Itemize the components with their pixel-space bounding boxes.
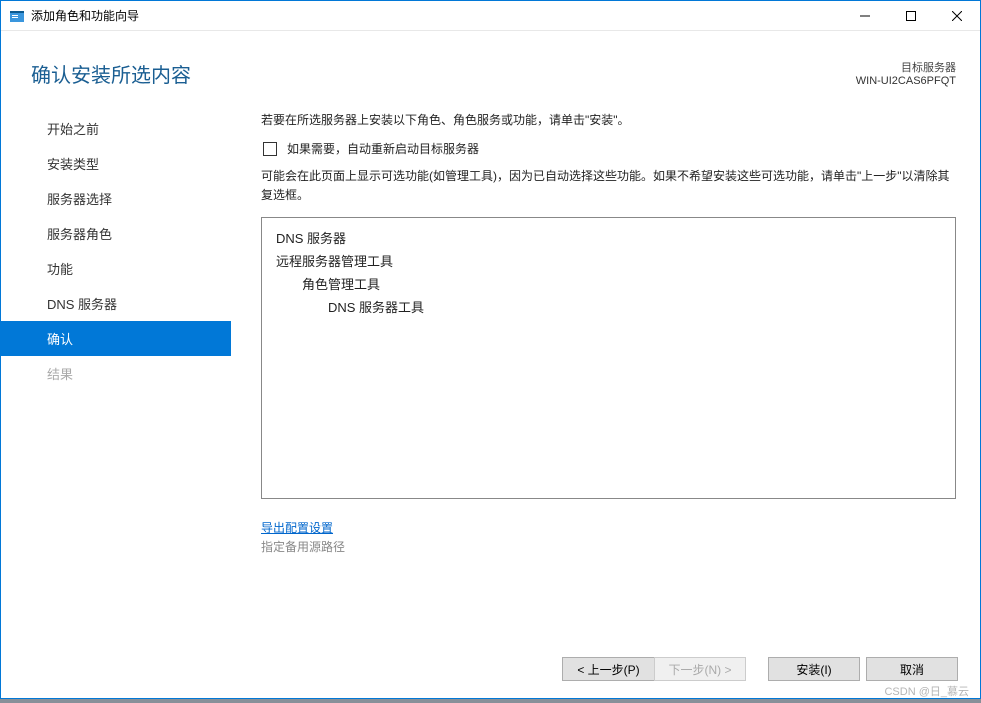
minimize-button[interactable] xyxy=(842,1,888,30)
app-icon xyxy=(9,8,25,24)
window-controls xyxy=(842,1,980,30)
restart-checkbox-row: 如果需要，自动重新启动目标服务器 xyxy=(261,140,956,157)
sidebar: 开始之前 安装类型 服务器选择 服务器角色 功能 DNS 服务器 确认 结果 xyxy=(1,98,231,643)
target-label: 目标服务器 xyxy=(856,59,956,75)
restart-checkbox-label: 如果需要，自动重新启动目标服务器 xyxy=(287,140,479,157)
nav-confirmation[interactable]: 确认 xyxy=(1,321,231,356)
cancel-button[interactable]: 取消 xyxy=(866,657,958,681)
window-title: 添加角色和功能向导 xyxy=(31,7,842,24)
nav-features[interactable]: 功能 xyxy=(1,251,231,286)
nav-results: 结果 xyxy=(1,356,231,391)
restart-checkbox[interactable] xyxy=(263,142,277,156)
nav-installation-type[interactable]: 安装类型 xyxy=(1,146,231,181)
features-list: DNS 服务器 远程服务器管理工具 角色管理工具 DNS 服务器工具 xyxy=(261,217,956,499)
content: 若要在所选服务器上安装以下角色、角色服务或功能，请单击"安装"。 如果需要，自动… xyxy=(231,98,980,643)
install-button[interactable]: 安装(I) xyxy=(768,657,860,681)
nav-server-roles[interactable]: 服务器角色 xyxy=(1,216,231,251)
previous-button[interactable]: < 上一步(P) xyxy=(562,657,654,681)
nav-before-you-begin[interactable]: 开始之前 xyxy=(1,111,231,146)
feature-item: DNS 服务器工具 xyxy=(276,297,941,316)
next-button: 下一步(N) > xyxy=(654,657,746,681)
wizard-window: 添加角色和功能向导 确认安装所选内容 目标服务器 WIN-UI2CAS6PFQT… xyxy=(0,0,981,699)
export-config-link[interactable]: 导出配置设置 xyxy=(261,519,333,536)
alt-source-link[interactable]: 指定备用源路径 xyxy=(261,538,345,555)
feature-item: 角色管理工具 xyxy=(276,274,941,293)
page-title: 确认安装所选内容 xyxy=(31,59,191,88)
links: 导出配置设置 指定备用源路径 xyxy=(261,519,956,555)
feature-item: DNS 服务器 xyxy=(276,228,941,247)
body: 开始之前 安装类型 服务器选择 服务器角色 功能 DNS 服务器 确认 结果 若… xyxy=(1,98,980,643)
nav-server-selection[interactable]: 服务器选择 xyxy=(1,181,231,216)
intro-text: 若要在所选服务器上安装以下角色、角色服务或功能，请单击"安装"。 xyxy=(261,111,956,128)
target-info: 目标服务器 WIN-UI2CAS6PFQT xyxy=(856,59,956,87)
feature-item: 远程服务器管理工具 xyxy=(276,251,941,270)
target-name: WIN-UI2CAS6PFQT xyxy=(856,75,956,87)
nav-dns-server[interactable]: DNS 服务器 xyxy=(1,286,231,321)
title-bar: 添加角色和功能向导 xyxy=(1,1,980,31)
footer: < 上一步(P) 下一步(N) > 安装(I) 取消 xyxy=(1,643,980,698)
note-text: 可能会在此页面上显示可选功能(如管理工具)，因为已自动选择这些功能。如果不希望安… xyxy=(261,167,956,205)
header: 确认安装所选内容 目标服务器 WIN-UI2CAS6PFQT xyxy=(1,31,980,98)
close-button[interactable] xyxy=(934,1,980,30)
maximize-button[interactable] xyxy=(888,1,934,30)
nav-button-group: < 上一步(P) 下一步(N) > xyxy=(562,657,746,681)
